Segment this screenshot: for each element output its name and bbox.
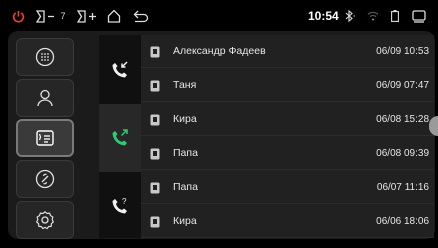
volume-down-icon xyxy=(36,9,55,23)
incoming-call-icon xyxy=(112,61,128,78)
call-name: Папа xyxy=(173,181,198,193)
window-icon[interactable] xyxy=(410,0,428,32)
sidebar-item-link[interactable] xyxy=(16,160,74,198)
call-time: 06/09 10:53 xyxy=(376,45,429,57)
phone-icon xyxy=(150,216,160,228)
call-name: Таня xyxy=(173,79,197,91)
tab-incoming-calls[interactable] xyxy=(99,36,141,104)
sidebar-item-contacts[interactable] xyxy=(16,79,74,117)
call-row[interactable]: Кира 06/06 18:06 xyxy=(141,205,434,238)
tab-missed-calls[interactable]: ? xyxy=(99,172,141,240)
call-log-icon xyxy=(36,130,54,146)
tab-outgoing-calls[interactable] xyxy=(99,104,141,172)
call-name: Александр Фадеев xyxy=(173,45,266,57)
power-icon[interactable] xyxy=(8,0,28,32)
outgoing-call-icon xyxy=(112,129,128,146)
call-name: Кира xyxy=(173,215,197,227)
contact-icon xyxy=(37,89,53,107)
call-row[interactable]: Александр Фадеев 06/09 10:53 xyxy=(141,35,434,68)
svg-text:?: ? xyxy=(122,197,127,206)
volume-level: 7 xyxy=(60,11,66,21)
link-icon xyxy=(35,169,55,189)
volume-up-icon[interactable] xyxy=(76,0,100,32)
wifi-icon xyxy=(365,0,381,32)
volume-down-button[interactable]: 7 xyxy=(33,0,69,32)
phone-icon xyxy=(150,114,160,126)
call-time: 06/09 07:47 xyxy=(376,79,429,91)
settings-icon xyxy=(35,211,55,230)
call-row[interactable]: Папа 06/08 09:39 xyxy=(141,137,434,170)
sidebar-item-settings[interactable] xyxy=(16,201,74,239)
call-time: 06/06 18:06 xyxy=(376,215,429,227)
bluetooth-icon xyxy=(342,0,358,32)
phone-icon xyxy=(150,46,160,58)
phone-icon xyxy=(150,148,160,160)
call-time: 06/07 11:16 xyxy=(376,181,429,193)
battery-icon xyxy=(388,0,402,32)
call-time: 06/08 15:28 xyxy=(376,113,429,125)
dialpad-icon xyxy=(35,47,55,67)
sidebar-item-call-log[interactable] xyxy=(16,119,74,157)
call-row[interactable]: Кира 06/08 15:28 xyxy=(141,103,434,136)
call-list: Александр Фадеев 06/09 10:53 Таня 06/09 … xyxy=(141,35,434,238)
phone-icon xyxy=(150,182,160,194)
call-row[interactable]: Папа 06/07 11:16 xyxy=(141,171,434,204)
status-bar: 7 10:54 xyxy=(0,0,438,32)
home-icon[interactable] xyxy=(104,0,124,32)
call-name: Кира xyxy=(173,113,197,125)
sidebar-item-dialpad[interactable] xyxy=(16,38,74,76)
scroll-handle[interactable] xyxy=(429,116,438,136)
clock: 10:54 xyxy=(308,9,339,23)
missed-call-icon: ? xyxy=(112,197,127,214)
call-row[interactable]: Таня 06/09 07:47 xyxy=(141,69,434,102)
call-time: 06/08 09:39 xyxy=(376,147,429,159)
call-name: Папа xyxy=(173,147,198,159)
back-icon[interactable] xyxy=(130,0,152,32)
phone-icon xyxy=(150,80,160,92)
